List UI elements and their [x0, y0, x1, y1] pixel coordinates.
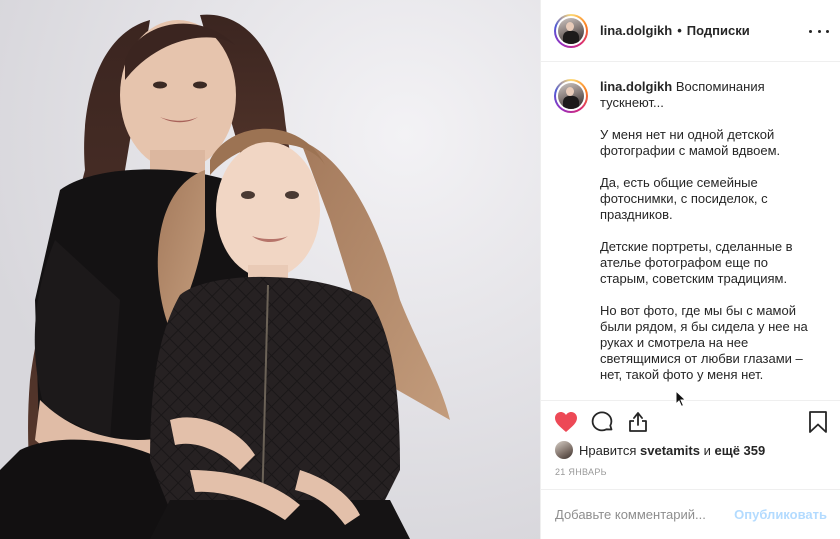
- liker-username-link[interactable]: svetamits: [640, 443, 700, 458]
- comment-form: Опубликовать: [541, 489, 840, 539]
- caption-username-link[interactable]: lina.dolgikh: [600, 79, 672, 94]
- header-separator-dot: •: [677, 23, 682, 38]
- photo-illustration: [0, 0, 540, 539]
- likes-summary: Нравится svetamits и ещё 359: [555, 441, 765, 459]
- header-username-link[interactable]: lina.dolgikh: [600, 23, 672, 38]
- more-icon[interactable]: [809, 22, 829, 40]
- mouse-cursor-icon: [675, 390, 687, 408]
- post-caption: lina.dolgikh Воспоминания тускнеют... У …: [541, 62, 840, 400]
- post-date[interactable]: 21 ЯНВАРЬ: [555, 467, 607, 477]
- share-icon[interactable]: [625, 409, 651, 435]
- liker-avatar[interactable]: [555, 441, 573, 459]
- caption-paragraph: Но вот фото, где мы бы с мамой были рядо…: [600, 303, 808, 382]
- heart-icon[interactable]: [553, 409, 579, 435]
- caption-avatar-image: [558, 83, 584, 109]
- bookmark-icon[interactable]: [805, 409, 831, 435]
- comment-input[interactable]: [555, 507, 730, 522]
- likes-count-link[interactable]: ещё 359: [715, 443, 766, 458]
- post-header: lina.dolgikh • Подписки: [541, 0, 840, 62]
- post-side-panel: lina.dolgikh • Подписки lina.dolgikh Вос…: [540, 0, 840, 539]
- publish-button[interactable]: Опубликовать: [734, 507, 827, 522]
- caption-text: lina.dolgikh Воспоминания тускнеют... У …: [600, 79, 812, 383]
- caption-paragraph: У меня нет ни одной детской фотографии с…: [600, 127, 781, 158]
- avatar[interactable]: [554, 13, 588, 48]
- post-actions-bar: [541, 400, 840, 444]
- likes-connector: и: [703, 442, 711, 458]
- avatar-image: [558, 17, 584, 44]
- caption-paragraph: Да, есть общие семейные фотоснимки, с по…: [600, 175, 768, 222]
- caption-paragraph: Детские портреты, сделанные в ателье фот…: [600, 239, 793, 286]
- likes-prefix: Нравится: [579, 442, 637, 458]
- following-button[interactable]: Подписки: [687, 23, 750, 38]
- comment-icon[interactable]: [589, 409, 615, 435]
- post-photo[interactable]: [0, 0, 540, 539]
- instagram-post: lina.dolgikh • Подписки lina.dolgikh Вос…: [0, 0, 840, 539]
- caption-avatar[interactable]: [554, 79, 588, 113]
